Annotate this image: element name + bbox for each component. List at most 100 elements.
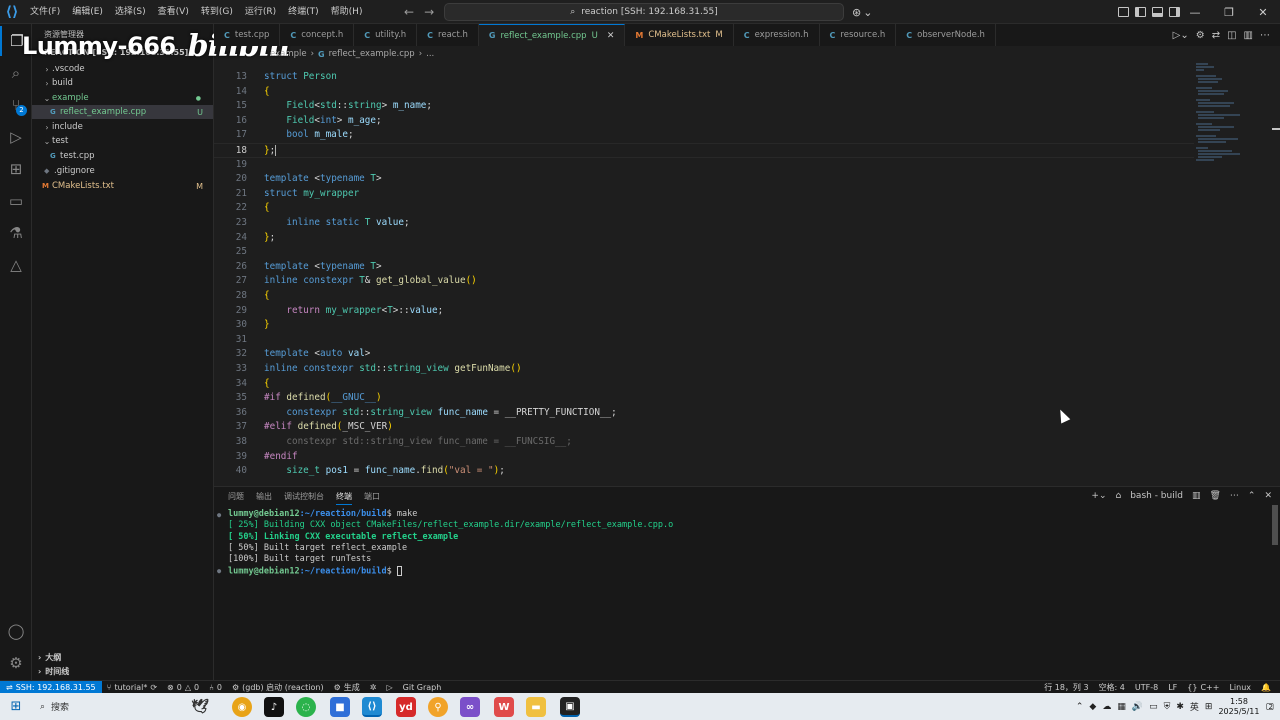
diff-icon[interactable]: ⇄ <box>1212 30 1220 41</box>
settings-gear-icon[interactable]: ⚙ <box>0 648 32 678</box>
tray-network-icon[interactable]: ▭ <box>1149 702 1158 712</box>
tree-folder-include[interactable]: › include <box>32 120 213 134</box>
code-line[interactable]: 13 struct Person <box>214 70 1194 85</box>
back-arrow-icon[interactable]: ← <box>404 5 414 19</box>
toggle-panel-icon[interactable] <box>1152 7 1163 17</box>
tab-concept-h[interactable]: Cconcept.h <box>280 24 355 46</box>
tree-folder-vscode[interactable]: › .vscode <box>32 62 213 76</box>
code-line[interactable]: 37 #elif defined(_MSC_VER) <box>214 420 1194 435</box>
notification-center-icon[interactable]: ▢ 2 <box>1265 702 1274 712</box>
code-line[interactable]: 36 constexpr std::string_view func_name … <box>214 406 1194 421</box>
tray-volume-icon[interactable]: 🔊 <box>1132 702 1143 712</box>
taskbar-cranes-widget-icon[interactable]: 🕊 <box>178 697 222 717</box>
extensions-icon[interactable]: ⊞ <box>0 154 32 184</box>
vscode-taskbar-icon[interactable]: ⟨⟩ <box>362 697 382 717</box>
minimize-icon[interactable]: — <box>1178 0 1212 24</box>
app-icon[interactable]: ■ <box>330 697 350 717</box>
git-branch[interactable]: ⑂ tutorial* ⟳ <box>102 683 162 692</box>
menu-edit[interactable]: 编辑(E) <box>66 0 109 24</box>
tab-problems[interactable]: 问题 <box>228 491 244 505</box>
maximize-panel-icon[interactable]: ⌃ <box>1248 491 1256 501</box>
run-debug-icon[interactable]: ▷⌄ <box>1173 30 1189 41</box>
breadcrumb-folder[interactable]: example <box>270 49 307 59</box>
git-graph[interactable]: Git Graph <box>398 683 447 692</box>
end-of-line[interactable]: LF <box>1163 683 1182 692</box>
code-line[interactable]: 38 constexpr std::string_view func_name … <box>214 435 1194 450</box>
split-terminal-icon[interactable]: ▥ <box>1192 491 1201 501</box>
run-debug-icon[interactable]: ▷ <box>0 122 32 152</box>
forward-arrow-icon[interactable]: → <box>424 5 434 19</box>
tree-file-cmakelists[interactable]: M CMakeLists.txt M <box>32 179 213 193</box>
code-line[interactable]: 24}; <box>214 231 1194 246</box>
terminal-scrollbar[interactable] <box>1272 505 1278 545</box>
compare-icon[interactable]: ◫ <box>1227 30 1236 41</box>
menu-view[interactable]: 查看(V) <box>152 0 195 24</box>
code-line[interactable]: 34{ <box>214 377 1194 392</box>
split-editor-icon[interactable]: ▥ <box>1244 30 1253 41</box>
close-icon[interactable]: ✕ <box>607 31 615 41</box>
cmake-build[interactable]: ⚙ 生成 <box>329 682 365 693</box>
debug-launch[interactable]: ⚙ (gdb) 启动 (reaction) <box>227 682 329 693</box>
restore-icon[interactable]: ❐ <box>1212 0 1246 24</box>
cmake-debug[interactable]: ✲ <box>365 683 382 692</box>
tray-overflow-icon[interactable]: ⌃ <box>1076 702 1084 712</box>
platform[interactable]: Linux <box>1224 683 1256 692</box>
tab-debug-console[interactable]: 调试控制台 <box>284 491 324 505</box>
timeline-section[interactable]: › 时间线 <box>38 664 69 678</box>
problems-count[interactable]: ⊗ 0 △ 0 <box>162 683 204 692</box>
search-icon[interactable]: ⌕ <box>0 58 32 88</box>
source-control-icon[interactable]: ⑂ 2 <box>0 90 32 120</box>
more-actions-icon[interactable]: ⋯ <box>1230 491 1239 501</box>
tray-chat-icon[interactable]: ▦ <box>1117 702 1126 712</box>
tab-output[interactable]: 输出 <box>256 491 272 505</box>
tray-app-icon[interactable]: ◆ <box>1089 702 1096 712</box>
menu-go[interactable]: 转到(G) <box>195 0 239 24</box>
code-line[interactable]: 15 Field<std::string> m_name; <box>214 99 1194 114</box>
tray-security-icon[interactable]: ⛨ <box>1164 702 1171 712</box>
toggle-sidebar-icon[interactable] <box>1135 7 1146 17</box>
remote-indicator[interactable]: ⇌ SSH: 192.168.31.55 <box>0 680 102 694</box>
code-line-current[interactable]: 18}; <box>214 143 1194 158</box>
terminal-app-icon[interactable]: ▣ <box>560 697 580 717</box>
cursor-position[interactable]: 行 18，列 3 <box>1039 682 1093 693</box>
tab-react-h[interactable]: Creact.h <box>417 24 479 46</box>
code-line[interactable]: 27 inline constexpr T& get_global_value() <box>214 274 1194 289</box>
encoding[interactable]: UTF-8 <box>1130 683 1163 692</box>
workspace-title[interactable]: REACTION [SSH: 192.168.31.55] <box>44 48 188 57</box>
tree-folder-build[interactable]: › build <box>32 76 213 90</box>
tab-resource-h[interactable]: Cresource.h <box>820 24 897 46</box>
wps-icon[interactable]: W <box>494 697 514 717</box>
cmake-icon[interactable]: △ <box>0 250 32 280</box>
code-line[interactable]: 35 #if defined(__GNUC__) <box>214 391 1194 406</box>
code-line[interactable]: 21 struct my_wrapper <box>214 187 1194 202</box>
menu-terminal[interactable]: 终端(T) <box>282 0 325 24</box>
tree-file-gitignore[interactable]: ◆ .gitignore <box>32 164 213 178</box>
tab-cmakelists[interactable]: M CMakeLists.txt M <box>625 24 734 46</box>
customize-layout-icon[interactable] <box>1118 7 1129 17</box>
breadcrumb-more[interactable]: ... <box>426 49 434 59</box>
menu-help[interactable]: 帮助(H) <box>325 0 369 24</box>
menu-file[interactable]: 文件(F) <box>24 0 66 24</box>
code-line[interactable]: 40 size_t pos1 = func_name.find("val = "… <box>214 464 1194 479</box>
close-panel-icon[interactable]: ✕ <box>1264 491 1272 501</box>
code-line[interactable]: 23 inline static T value; <box>214 216 1194 231</box>
code-line[interactable]: 30} <box>214 318 1194 333</box>
tab-expression-h[interactable]: Cexpression.h <box>734 24 820 46</box>
minimap[interactable] <box>1194 62 1264 172</box>
code-line[interactable]: 32 template <auto val> <box>214 347 1194 362</box>
editor-scrollbar[interactable] <box>1272 128 1280 130</box>
tab-test-cpp[interactable]: Ctest.cpp <box>214 24 281 46</box>
tab-terminal[interactable]: 终端 <box>336 491 352 505</box>
youdao-icon[interactable]: yd <box>396 697 416 717</box>
chrome-icon[interactable]: ◉ <box>232 697 252 717</box>
file-explorer-icon[interactable]: ▬ <box>526 697 546 717</box>
notifications-bell-icon[interactable]: 🔔 <box>1256 683 1276 692</box>
account-icon[interactable]: ◯ <box>0 616 32 646</box>
tab-reflect-example-cpp[interactable]: G reflect_example.cpp U ✕ <box>478 24 626 46</box>
tree-folder-test[interactable]: ⌄ test <box>32 134 213 148</box>
menu-selection[interactable]: 选择(S) <box>109 0 152 24</box>
menu-run[interactable]: 运行(R) <box>239 0 282 24</box>
tab-observernode-h[interactable]: CobserverNode.h <box>896 24 996 46</box>
trash-icon[interactable]: 🗑 <box>1209 491 1220 501</box>
code-line[interactable]: 31 <box>214 333 1194 348</box>
